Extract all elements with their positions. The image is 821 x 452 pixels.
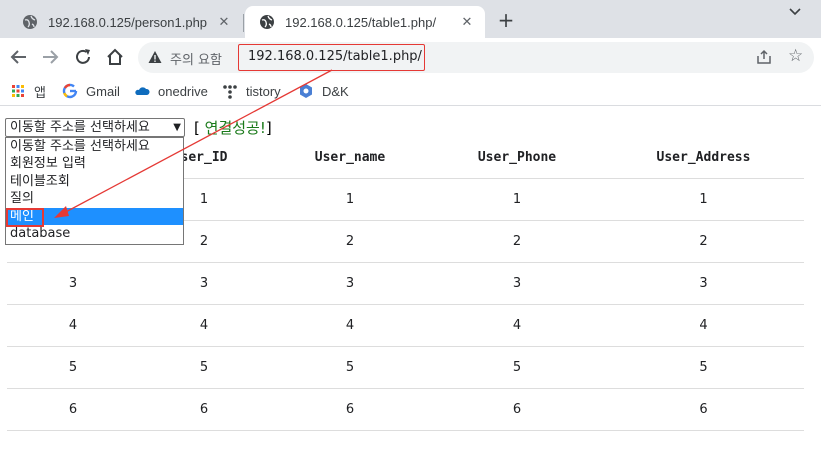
table-cell: 3 [7,262,139,305]
column-header-user-name: User_name [269,137,431,179]
table-cell: 4 [431,304,603,347]
table-cell: 6 [431,388,603,431]
dropdown-option[interactable]: 질의 [6,190,183,207]
dropdown-option[interactable]: 이동할 주소를 선택하세요 [6,138,183,155]
url-text[interactable]: 192.168.0.125/table1.php/ [248,49,422,64]
bookmark-label: 앱 [34,84,46,100]
table-row: 33333 [7,262,804,305]
browser-toolbar: 주의 요함 192.168.0.125/table1.php/ ☆ [0,38,821,76]
select-value: 이동할 주소를 선택하세요 [10,120,150,135]
bookmark-label: tistory [246,83,281,99]
google-g-icon [62,83,78,99]
connection-status: [ 연결성공!] [194,117,272,138]
table-cell: 1 [269,178,431,221]
table-cell: 5 [603,346,804,389]
table-row: 55555 [7,346,804,389]
back-arrow-icon[interactable] [9,47,29,67]
table-cell: 3 [603,262,804,305]
forward-arrow-icon[interactable] [40,47,60,67]
dk-icon [300,84,312,98]
chevron-down-icon[interactable] [786,4,804,20]
table-cell: 6 [139,388,269,431]
bookmark-label: onedrive [158,83,208,99]
status-message: 연결성공! [204,119,266,137]
tab-divider [243,14,244,32]
table-cell: 5 [139,346,269,389]
column-header-user-phone: User_Phone [431,137,603,179]
table-cell: 6 [603,388,804,431]
bookmark-label: Gmail [86,83,120,99]
bookmark-onedrive[interactable]: onedrive [134,81,208,101]
address-bar[interactable]: 주의 요함 192.168.0.125/table1.php/ ☆ [138,42,814,73]
table-cell: 1 [431,178,603,221]
address-select[interactable]: 이동할 주소를 선택하세요 ▼ [5,118,185,137]
bookmark-tistory[interactable]: tistory [222,81,281,101]
tistory-icon [223,85,237,99]
tab-strip: 192.168.0.125/person1.php ✕ 192.168.0.12… [0,0,821,38]
table-cell: 3 [139,262,269,305]
table-cell: 3 [269,262,431,305]
table-cell: 5 [431,346,603,389]
table-row: 44444 [7,304,804,347]
annotation-highlight-box [6,208,44,227]
security-label[interactable]: 주의 요함 [170,49,222,68]
tab-title: 192.168.0.125/table1.php/ [285,14,437,30]
table-cell: 5 [7,346,139,389]
table-cell: 4 [139,304,269,347]
dropdown-option[interactable]: 테이블조회 [6,173,183,190]
chevron-down-icon: ▼ [173,122,181,133]
table-cell: 6 [7,388,139,431]
close-icon[interactable]: ✕ [216,14,232,30]
bookmark-apps[interactable]: 앱 [10,81,46,101]
dropdown-option[interactable]: 회원정보 입력 [6,155,183,172]
status-bracket-close: ] [265,119,272,137]
select-dropdown-list[interactable]: 이동할 주소를 선택하세요 회원정보 입력 테이블조회 질의 메인 database [5,137,184,245]
dropdown-option[interactable]: database [6,225,183,242]
column-header-user-address: User_Address [603,137,804,179]
reload-icon[interactable] [73,47,93,67]
table-row: 66666 [7,388,804,431]
bookmarks-bar: 앱 Gmail onedrive tistory D&K [0,76,821,106]
table-cell: 5 [269,346,431,389]
table-cell: 4 [603,304,804,347]
bookmark-gmail[interactable]: Gmail [62,81,120,101]
tab-person1[interactable]: 192.168.0.125/person1.php ✕ [8,6,242,38]
share-icon[interactable] [756,49,772,65]
tab-table1[interactable]: 192.168.0.125/table1.php/ ✕ [245,6,485,38]
bookmark-label: D&K [322,83,349,99]
table-cell: 4 [269,304,431,347]
table-cell: 2 [603,220,804,263]
home-icon[interactable] [105,47,125,67]
tab-title: 192.168.0.125/person1.php [48,14,208,30]
table-cell: 6 [269,388,431,431]
table-cell: 2 [269,220,431,263]
apps-grid-icon [12,85,24,97]
table-cell: 1 [603,178,804,221]
close-icon[interactable]: ✕ [459,14,475,30]
table-cell: 2 [431,220,603,263]
url-annotation-box: 192.168.0.125/table1.php/ [238,44,425,71]
warning-icon [148,51,162,63]
cloud-icon [135,87,150,95]
status-bracket-open: [ [194,119,200,137]
bookmark-dk[interactable]: D&K [298,81,349,101]
table-cell: 3 [431,262,603,305]
star-icon[interactable]: ☆ [788,46,803,66]
new-tab-button[interactable]: + [496,10,516,30]
globe-icon [260,15,274,29]
table-cell: 4 [7,304,139,347]
globe-icon [23,15,37,29]
